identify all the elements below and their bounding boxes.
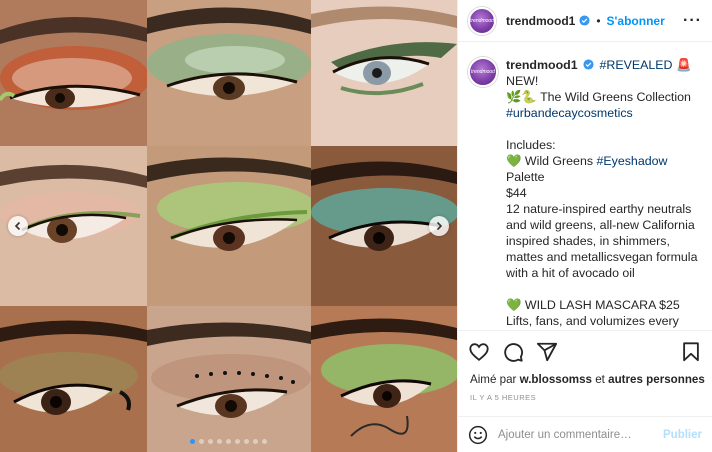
carousel-dot — [199, 439, 204, 444]
header-separator: • — [596, 13, 601, 28]
item1-price: $44 — [506, 186, 527, 200]
item1-suffix: Palette — [506, 170, 545, 184]
carousel-pagination — [0, 439, 457, 444]
eye-photo-7 — [0, 306, 147, 452]
caption-avatar-text: trendmood — [471, 69, 495, 75]
verified-badge-icon — [579, 15, 590, 26]
item1-description: 12 nature-inspired earthy neutrals and w… — [506, 202, 698, 280]
item2-description: Lifts, fans, and volumizes every lash fr… — [506, 314, 679, 328]
eye-photo-5 — [147, 146, 311, 306]
caption-new: NEW! — [506, 74, 539, 88]
comment-icon[interactable] — [502, 341, 524, 363]
item2-title: 💚 WILD LASH MASCARA $25 — [506, 298, 680, 312]
chevron-left-icon — [14, 221, 21, 231]
more-options-icon[interactable]: ··· — [683, 12, 702, 29]
eye-photo-2 — [147, 0, 311, 146]
avatar-text: trendmood — [470, 17, 494, 24]
carousel-next-button[interactable] — [429, 216, 449, 236]
carousel-dot — [235, 439, 240, 444]
likes-summary: Aimé par w.blossomss et autres personnes — [470, 373, 705, 386]
carousel-dot — [190, 439, 195, 444]
caption-username[interactable]: trendmood1 — [506, 58, 578, 72]
eye-photo-3 — [311, 0, 457, 146]
eye-makeup-photo-grid — [0, 0, 457, 452]
likes-mid: et — [592, 373, 609, 386]
caption-scroll-area[interactable]: trendmood trendmood1 #REVEALED 🚨 NEW! 🌿🐍… — [458, 43, 712, 330]
carousel-prev-button[interactable] — [8, 216, 28, 236]
item1-prefix: 💚 Wild Greens — [506, 154, 597, 168]
publish-button[interactable]: Publier — [663, 429, 702, 441]
eyeshadow-hashtag[interactable]: #Eyeshadow — [596, 154, 667, 168]
eye-photo-1 — [0, 0, 147, 146]
bookmark-icon[interactable] — [680, 341, 702, 363]
comment-input[interactable] — [498, 428, 653, 441]
hashtag-revealed[interactable]: #REVEALED — [600, 58, 673, 72]
caption-text: trendmood1 #REVEALED 🚨 NEW! 🌿🐍 The Wild … — [506, 57, 704, 330]
post-header: trendmood trendmood1 • S'abonner ··· — [458, 0, 712, 42]
smiley-icon[interactable] — [468, 425, 488, 445]
likes-others[interactable]: autres personnes — [608, 373, 705, 386]
eye-photo-8 — [147, 306, 311, 452]
avatar[interactable]: trendmood — [468, 6, 496, 35]
caption: trendmood trendmood1 #REVEALED 🚨 NEW! 🌿🐍… — [468, 57, 704, 330]
carousel-dot — [244, 439, 249, 444]
carousel-dot — [208, 439, 213, 444]
brand-hashtag[interactable]: #urbandecaycosmetics — [506, 106, 633, 120]
carousel-dot — [226, 439, 231, 444]
paper-plane-icon[interactable] — [536, 341, 558, 363]
likes-prefix: Aimé par — [470, 373, 520, 386]
carousel-dot — [262, 439, 267, 444]
post-side-panel: trendmood trendmood1 • S'abonner ··· tre… — [457, 0, 712, 452]
heart-icon[interactable] — [468, 341, 490, 363]
carousel-dot — [253, 439, 258, 444]
liker-username[interactable]: w.blossomss — [520, 373, 592, 386]
carousel-dot — [217, 439, 222, 444]
eye-photo-9 — [311, 306, 457, 452]
includes-label: Includes: — [506, 138, 556, 152]
siren-emoji: 🚨 — [675, 58, 692, 72]
action-bar — [458, 330, 712, 372]
collection-title: 🌿🐍 The Wild Greens Collection — [506, 90, 691, 104]
header-username[interactable]: trendmood1 — [506, 14, 575, 28]
chevron-right-icon — [436, 221, 443, 231]
post-timestamp[interactable]: IL Y A 5 HEURES — [470, 393, 536, 402]
comment-bar: Publier — [458, 416, 712, 452]
follow-button[interactable]: S'abonner — [607, 14, 665, 28]
caption-avatar[interactable]: trendmood — [468, 57, 498, 87]
verified-badge-icon — [583, 59, 594, 70]
post-media-carousel[interactable] — [0, 0, 457, 452]
